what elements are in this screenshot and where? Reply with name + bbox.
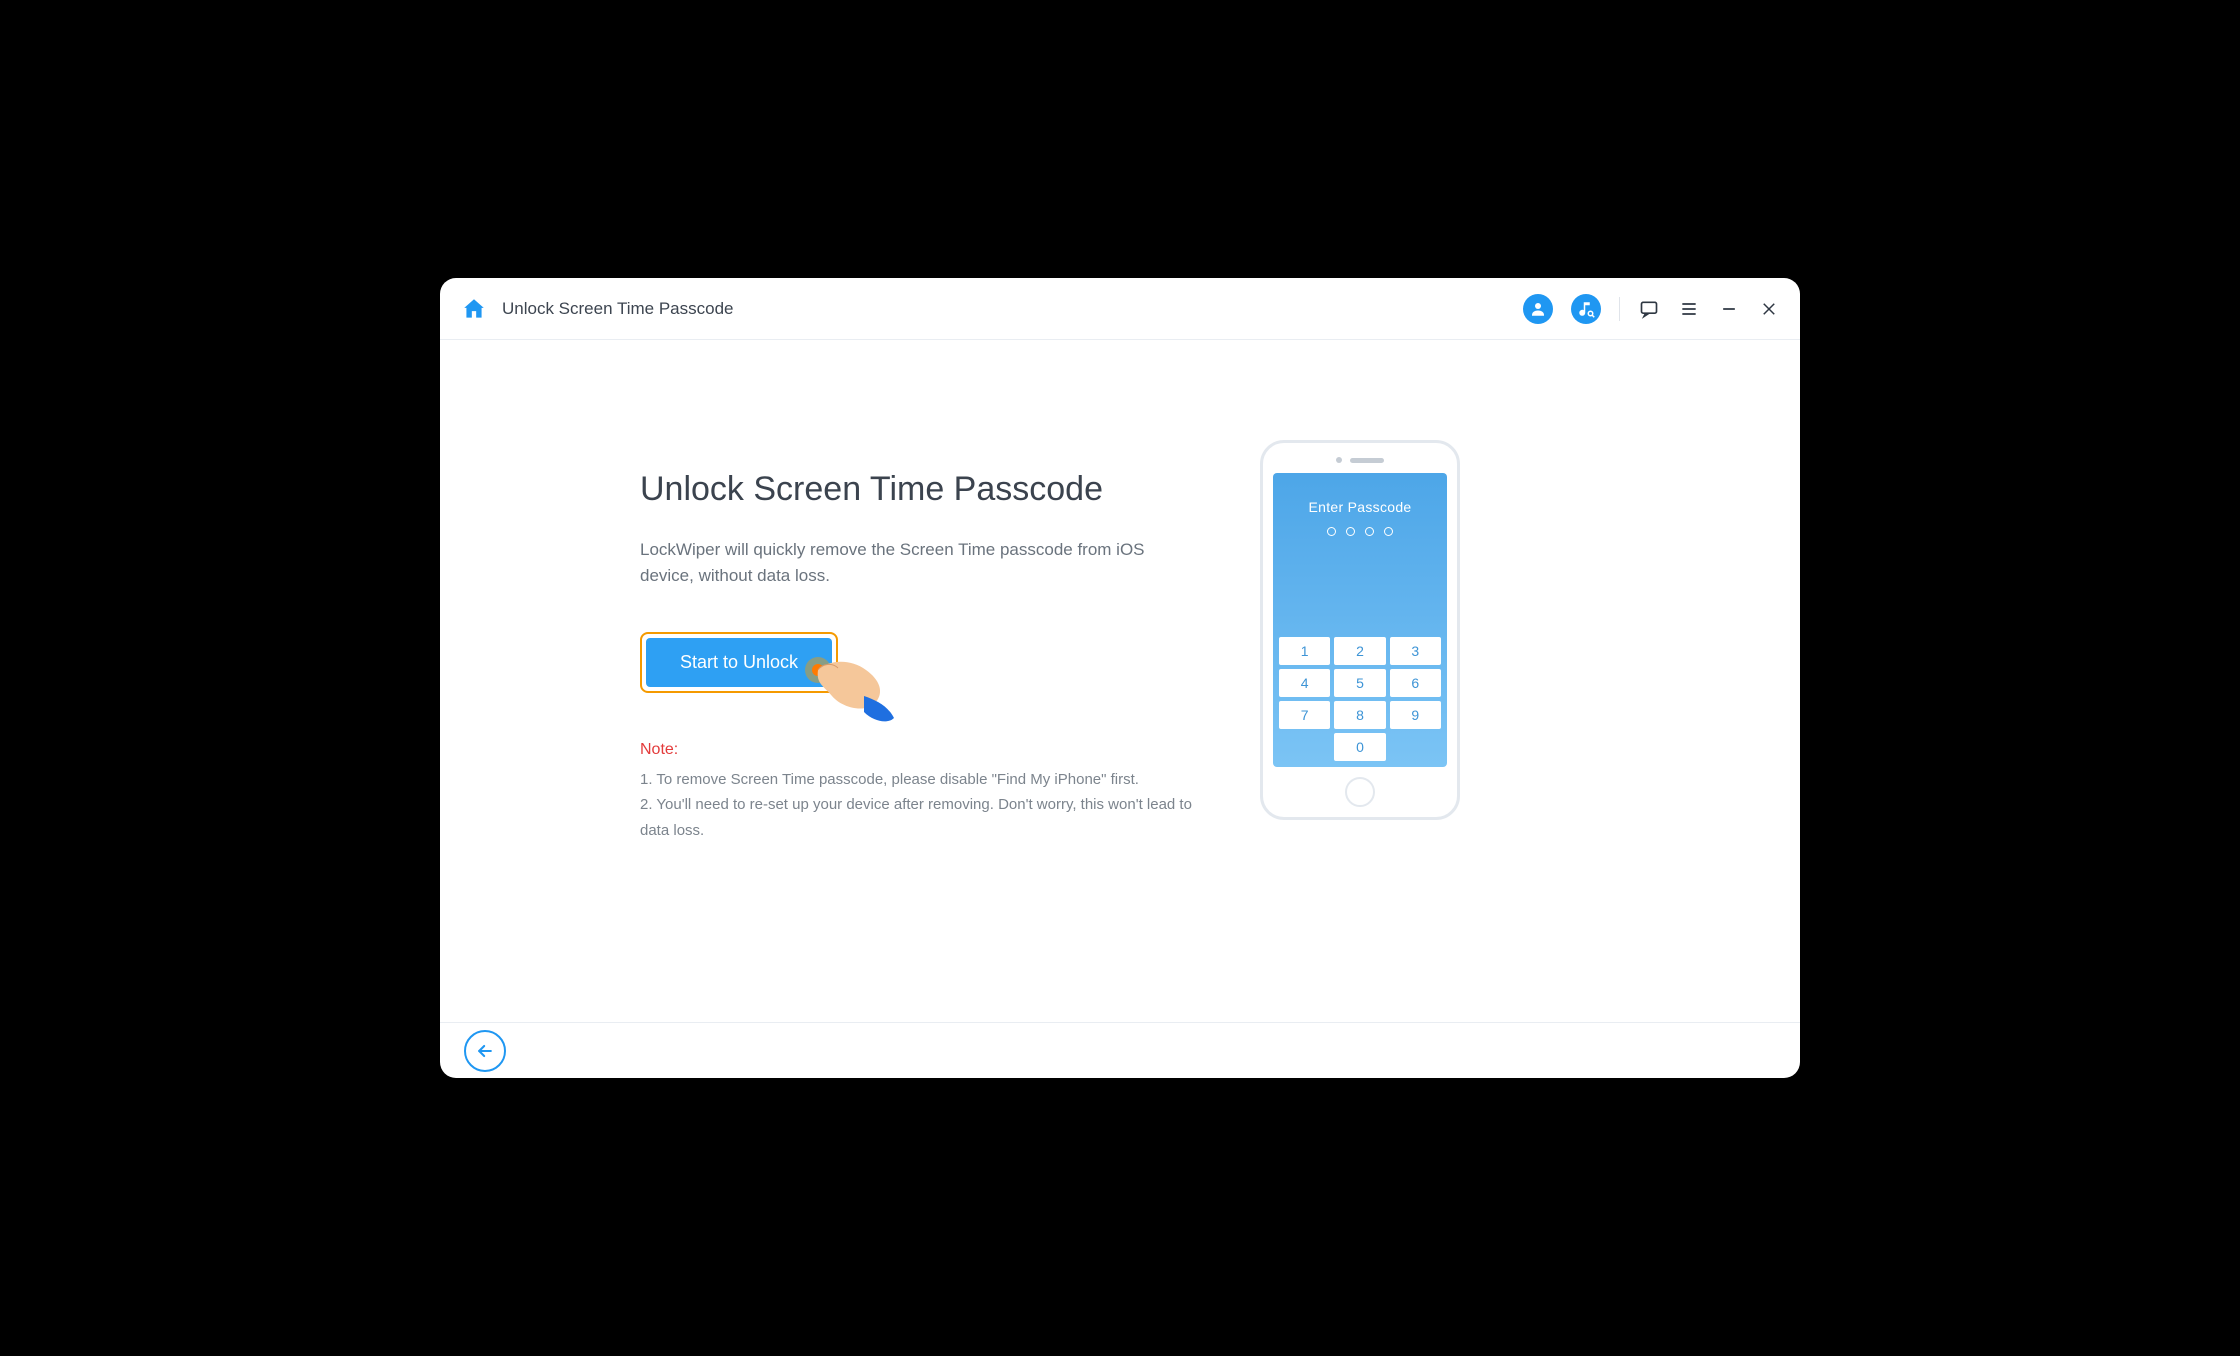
keypad-key: 7 xyxy=(1279,701,1330,729)
menu-icon[interactable] xyxy=(1678,298,1700,320)
footer xyxy=(440,1022,1800,1078)
start-unlock-button[interactable]: Start to Unlock xyxy=(646,638,832,687)
note-heading: Note: xyxy=(640,741,1200,759)
content-area: Unlock Screen Time Passcode LockWiper wi… xyxy=(440,340,1800,1022)
note-section: Note: 1. To remove Screen Time passcode,… xyxy=(640,741,1200,844)
phone-camera-dot xyxy=(1336,457,1342,463)
music-search-icon[interactable] xyxy=(1571,294,1601,324)
start-button-highlight: Start to Unlock xyxy=(640,632,838,693)
keypad-key: 8 xyxy=(1334,701,1385,729)
passcode-dot xyxy=(1327,527,1336,536)
feedback-icon[interactable] xyxy=(1638,298,1660,320)
phone-keypad: 1 2 3 4 5 6 7 8 9 0 xyxy=(1279,637,1441,761)
app-title: Unlock Screen Time Passcode xyxy=(502,299,734,319)
back-button[interactable] xyxy=(464,1030,506,1072)
keypad-key: 4 xyxy=(1279,669,1330,697)
minimize-icon[interactable] xyxy=(1718,298,1740,320)
note-item: 2. You'll need to re-set up your device … xyxy=(640,792,1200,843)
keypad-key: 9 xyxy=(1390,701,1441,729)
divider xyxy=(1619,297,1620,321)
phone-top xyxy=(1336,457,1384,463)
keypad-key: 0 xyxy=(1334,733,1385,761)
passcode-dot xyxy=(1384,527,1393,536)
note-list: 1. To remove Screen Time passcode, pleas… xyxy=(640,767,1200,844)
passcode-dot xyxy=(1346,527,1355,536)
passcode-dot xyxy=(1365,527,1374,536)
keypad-key: 3 xyxy=(1390,637,1441,665)
keypad-key: 1 xyxy=(1279,637,1330,665)
phone-screen: Enter Passcode 1 2 3 4 5 6 7 8 9 xyxy=(1273,473,1447,767)
main-column: Unlock Screen Time Passcode LockWiper wi… xyxy=(640,470,1200,1022)
keypad-key: 2 xyxy=(1334,637,1385,665)
page-heading: Unlock Screen Time Passcode xyxy=(640,470,1200,509)
enter-passcode-label: Enter Passcode xyxy=(1308,499,1411,515)
passcode-dots xyxy=(1327,527,1393,536)
close-icon[interactable] xyxy=(1758,298,1780,320)
phone-home-button xyxy=(1345,777,1375,807)
page-description: LockWiper will quickly remove the Screen… xyxy=(640,537,1200,590)
titlebar-right xyxy=(1523,294,1780,324)
note-item: 1. To remove Screen Time passcode, pleas… xyxy=(640,767,1200,793)
app-window: Unlock Screen Time Passcode xyxy=(440,278,1800,1078)
keypad-key: 6 xyxy=(1390,669,1441,697)
phone-speaker xyxy=(1350,458,1384,463)
phone-illustration: Enter Passcode 1 2 3 4 5 6 7 8 9 xyxy=(1260,440,1460,820)
titlebar: Unlock Screen Time Passcode xyxy=(440,278,1800,340)
account-icon[interactable] xyxy=(1523,294,1553,324)
keypad-key: 5 xyxy=(1334,669,1385,697)
home-icon[interactable] xyxy=(460,296,488,322)
titlebar-left: Unlock Screen Time Passcode xyxy=(460,296,734,322)
